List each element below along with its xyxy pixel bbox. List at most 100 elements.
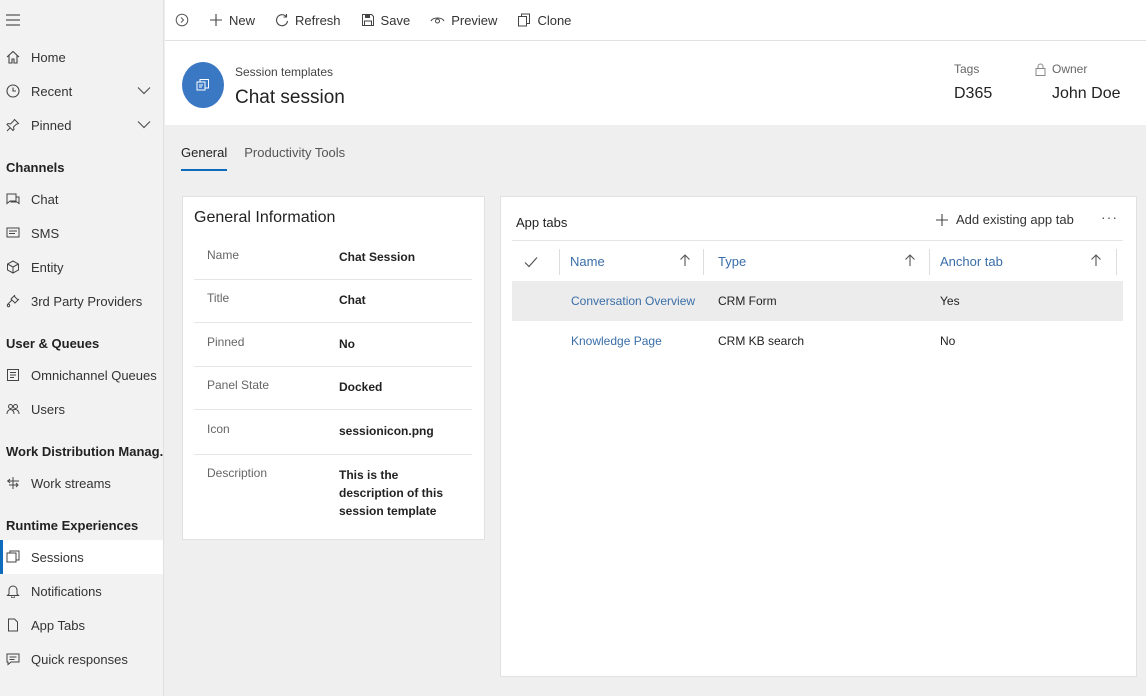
entity-icon [6, 260, 20, 274]
preview-button-label: Preview [451, 12, 498, 28]
sidebar-item-label: Notifications [31, 583, 102, 599]
plus-icon [209, 13, 223, 27]
field-value[interactable]: No [339, 335, 464, 353]
chat-icon [6, 192, 20, 206]
save-button[interactable]: Save [351, 0, 421, 41]
sidebar-item-notifications[interactable]: Notifications [0, 574, 163, 608]
field-value[interactable]: This is the description of this session … [339, 466, 464, 520]
sidebar-item-label: Pinned [31, 117, 72, 133]
table-row[interactable]: Knowledge Page CRM KB search No [512, 321, 1123, 361]
more-options-icon[interactable]: ··· [1101, 209, 1118, 225]
general-information-section: General Information Name Chat Session Ti… [182, 196, 485, 540]
column-header-type[interactable]: Type [718, 241, 928, 282]
field-pinned: Pinned No [194, 335, 472, 367]
sidebar-item-entity[interactable]: Entity [0, 250, 163, 284]
sidebar-item-quick-responses[interactable]: Quick responses [0, 642, 163, 676]
field-value[interactable]: Docked [339, 378, 464, 396]
owner-value[interactable]: John Doe [1052, 85, 1121, 103]
sort-arrow-up-icon[interactable] [1090, 254, 1102, 270]
sidebar-item-sessions[interactable]: Sessions [0, 540, 163, 574]
field-value[interactable]: Chat [339, 291, 464, 309]
add-existing-app-tab-label: Add existing app tab [956, 212, 1074, 227]
refresh-button-label: Refresh [295, 12, 341, 28]
field-label: Name [207, 248, 240, 262]
sidebar-item-omnichannel-queues[interactable]: Omnichannel Queues [0, 358, 163, 392]
sidebar-item-label: Quick responses [31, 651, 128, 667]
sessions-icon [6, 550, 20, 564]
entity-type-label: Session templates [235, 65, 334, 79]
field-label: Title [207, 291, 230, 305]
sidebar-item-recent[interactable]: Recent [0, 74, 163, 108]
clone-button[interactable]: Clone [507, 0, 581, 41]
sidebar-item-label: SMS [31, 225, 60, 241]
users-icon [6, 402, 20, 416]
column-header-label: Name [570, 254, 605, 269]
column-divider [929, 249, 930, 275]
bell-icon [6, 584, 20, 598]
field-description: Description This is the description of t… [194, 466, 472, 526]
message-icon [6, 652, 20, 666]
clock-icon [6, 84, 20, 98]
owner-label: Owner [1035, 62, 1087, 76]
sidebar-item-app-tabs[interactable]: App Tabs [0, 608, 163, 642]
new-button[interactable]: New [199, 0, 265, 41]
tab-productivity-tools[interactable]: Productivity Tools [244, 145, 345, 171]
sidebar-item-pinned[interactable]: Pinned [0, 108, 163, 142]
owner-label-text: Owner [1052, 62, 1088, 76]
nav-group-runtime-experiences: Runtime Experiences [6, 518, 139, 533]
app-tab-name-link[interactable]: Conversation Overview [571, 281, 695, 321]
sidebar-item-label: 3rd Party Providers [31, 293, 143, 309]
preview-button[interactable]: Preview [420, 0, 507, 41]
sidebar-item-label: Home [31, 49, 66, 65]
column-header-name[interactable]: Name [570, 241, 703, 282]
save-button-label: Save [380, 12, 411, 28]
copy-icon [517, 13, 531, 27]
column-header-label: Anchor tab [940, 254, 1003, 269]
column-header-label: Type [718, 254, 747, 269]
app-tab-type: CRM KB search [718, 334, 805, 348]
app-tab-name-link[interactable]: Knowledge Page [571, 321, 662, 361]
subgrid-title: App tabs [516, 215, 568, 230]
sidebar-item-label: Entity [31, 259, 64, 275]
refresh-button[interactable]: Refresh [265, 0, 351, 41]
field-value[interactable]: Chat Session [339, 248, 464, 266]
field-title: Title Chat [194, 291, 472, 323]
field-label: Icon [207, 422, 230, 436]
chevron-down-icon[interactable] [137, 83, 151, 98]
field-panel-state: Panel State Docked [194, 378, 472, 410]
sidebar-item-chat[interactable]: Chat [0, 182, 163, 216]
chevron-down-icon[interactable] [137, 117, 151, 132]
sidebar-item-3rd-party-providers[interactable]: 3rd Party Providers [0, 284, 163, 318]
home-icon [6, 50, 20, 64]
sidebar-item-work-streams[interactable]: Work streams [0, 466, 163, 500]
plug-icon [6, 294, 20, 308]
session-entity-icon [182, 62, 224, 108]
tags-value[interactable]: D365 [954, 85, 992, 103]
field-name: Name Chat Session [194, 248, 472, 280]
tab-general[interactable]: General [181, 145, 228, 171]
add-existing-app-tab-button[interactable]: Add existing app tab [935, 212, 1074, 227]
select-all-checkmark-icon[interactable] [524, 241, 548, 282]
clone-button-label: Clone [537, 12, 572, 28]
sidebar: Home Recent Pinned Channels Chat SMS Ent… [0, 0, 164, 696]
column-header-anchor-tab[interactable]: Anchor tab [940, 241, 1114, 282]
sidebar-item-users[interactable]: Users [0, 392, 163, 426]
sidebar-item-label: App Tabs [31, 617, 85, 633]
sort-arrow-up-icon[interactable] [904, 254, 916, 270]
field-label: Panel State [207, 378, 270, 392]
back-circle-icon[interactable] [165, 13, 199, 27]
sidebar-item-home[interactable]: Home [0, 40, 163, 74]
column-divider [559, 249, 560, 275]
refresh-icon [275, 13, 289, 27]
hamburger-menu-icon[interactable] [0, 0, 163, 40]
sort-arrow-up-icon[interactable] [679, 254, 691, 270]
column-divider [1116, 249, 1117, 275]
sidebar-item-label: Chat [31, 191, 59, 207]
field-value[interactable]: sessionicon.png [339, 422, 464, 440]
form-tabs: General Productivity Tools [181, 145, 362, 171]
grid-header: Name Type Anchor tab [512, 240, 1123, 281]
table-row[interactable]: Conversation Overview CRM Form Yes [512, 281, 1123, 321]
nav-group-work-distribution: Work Distribution Manag... [6, 444, 163, 459]
nav-group-user-queues: User & Queues [6, 336, 100, 351]
sidebar-item-sms[interactable]: SMS [0, 216, 163, 250]
